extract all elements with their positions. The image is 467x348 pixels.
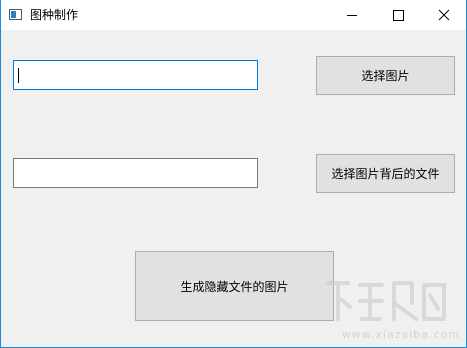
image-path-input[interactable] <box>13 60 258 90</box>
xiazaiba-logo-icon <box>326 281 446 321</box>
watermark-logo: www.xiazaiba.com <box>320 273 460 343</box>
generate-image-label: 生成隐藏文件的图片 <box>180 279 289 294</box>
app-window-icon <box>9 9 22 20</box>
hidden-file-path-field[interactable] <box>14 159 257 187</box>
image-path-field[interactable] <box>14 61 257 89</box>
select-hidden-file-label: 选择图片背后的文件 <box>331 167 440 181</box>
title-bar[interactable]: 图种制作 <box>1 0 466 30</box>
select-image-button[interactable]: 选择图片 <box>316 56 455 95</box>
app-window: 图种制作 选择图片 选择图片背后的文件 生成隐藏文件的图片 www.xiazai… <box>0 0 467 348</box>
hidden-file-path-input[interactable] <box>13 158 258 188</box>
maximize-icon <box>393 10 404 21</box>
text-caret <box>18 68 19 83</box>
window-title: 图种制作 <box>30 8 79 22</box>
watermark-site: www.xiazaiba.com <box>341 328 460 341</box>
close-button[interactable] <box>421 0 467 30</box>
minimize-button[interactable] <box>329 0 375 30</box>
maximize-button[interactable] <box>375 0 421 30</box>
close-icon <box>438 9 450 21</box>
minimize-icon <box>347 15 357 16</box>
select-image-label: 选择图片 <box>361 69 410 83</box>
generate-image-button[interactable]: 生成隐藏文件的图片 <box>135 251 334 321</box>
select-hidden-file-button[interactable]: 选择图片背后的文件 <box>316 154 455 193</box>
